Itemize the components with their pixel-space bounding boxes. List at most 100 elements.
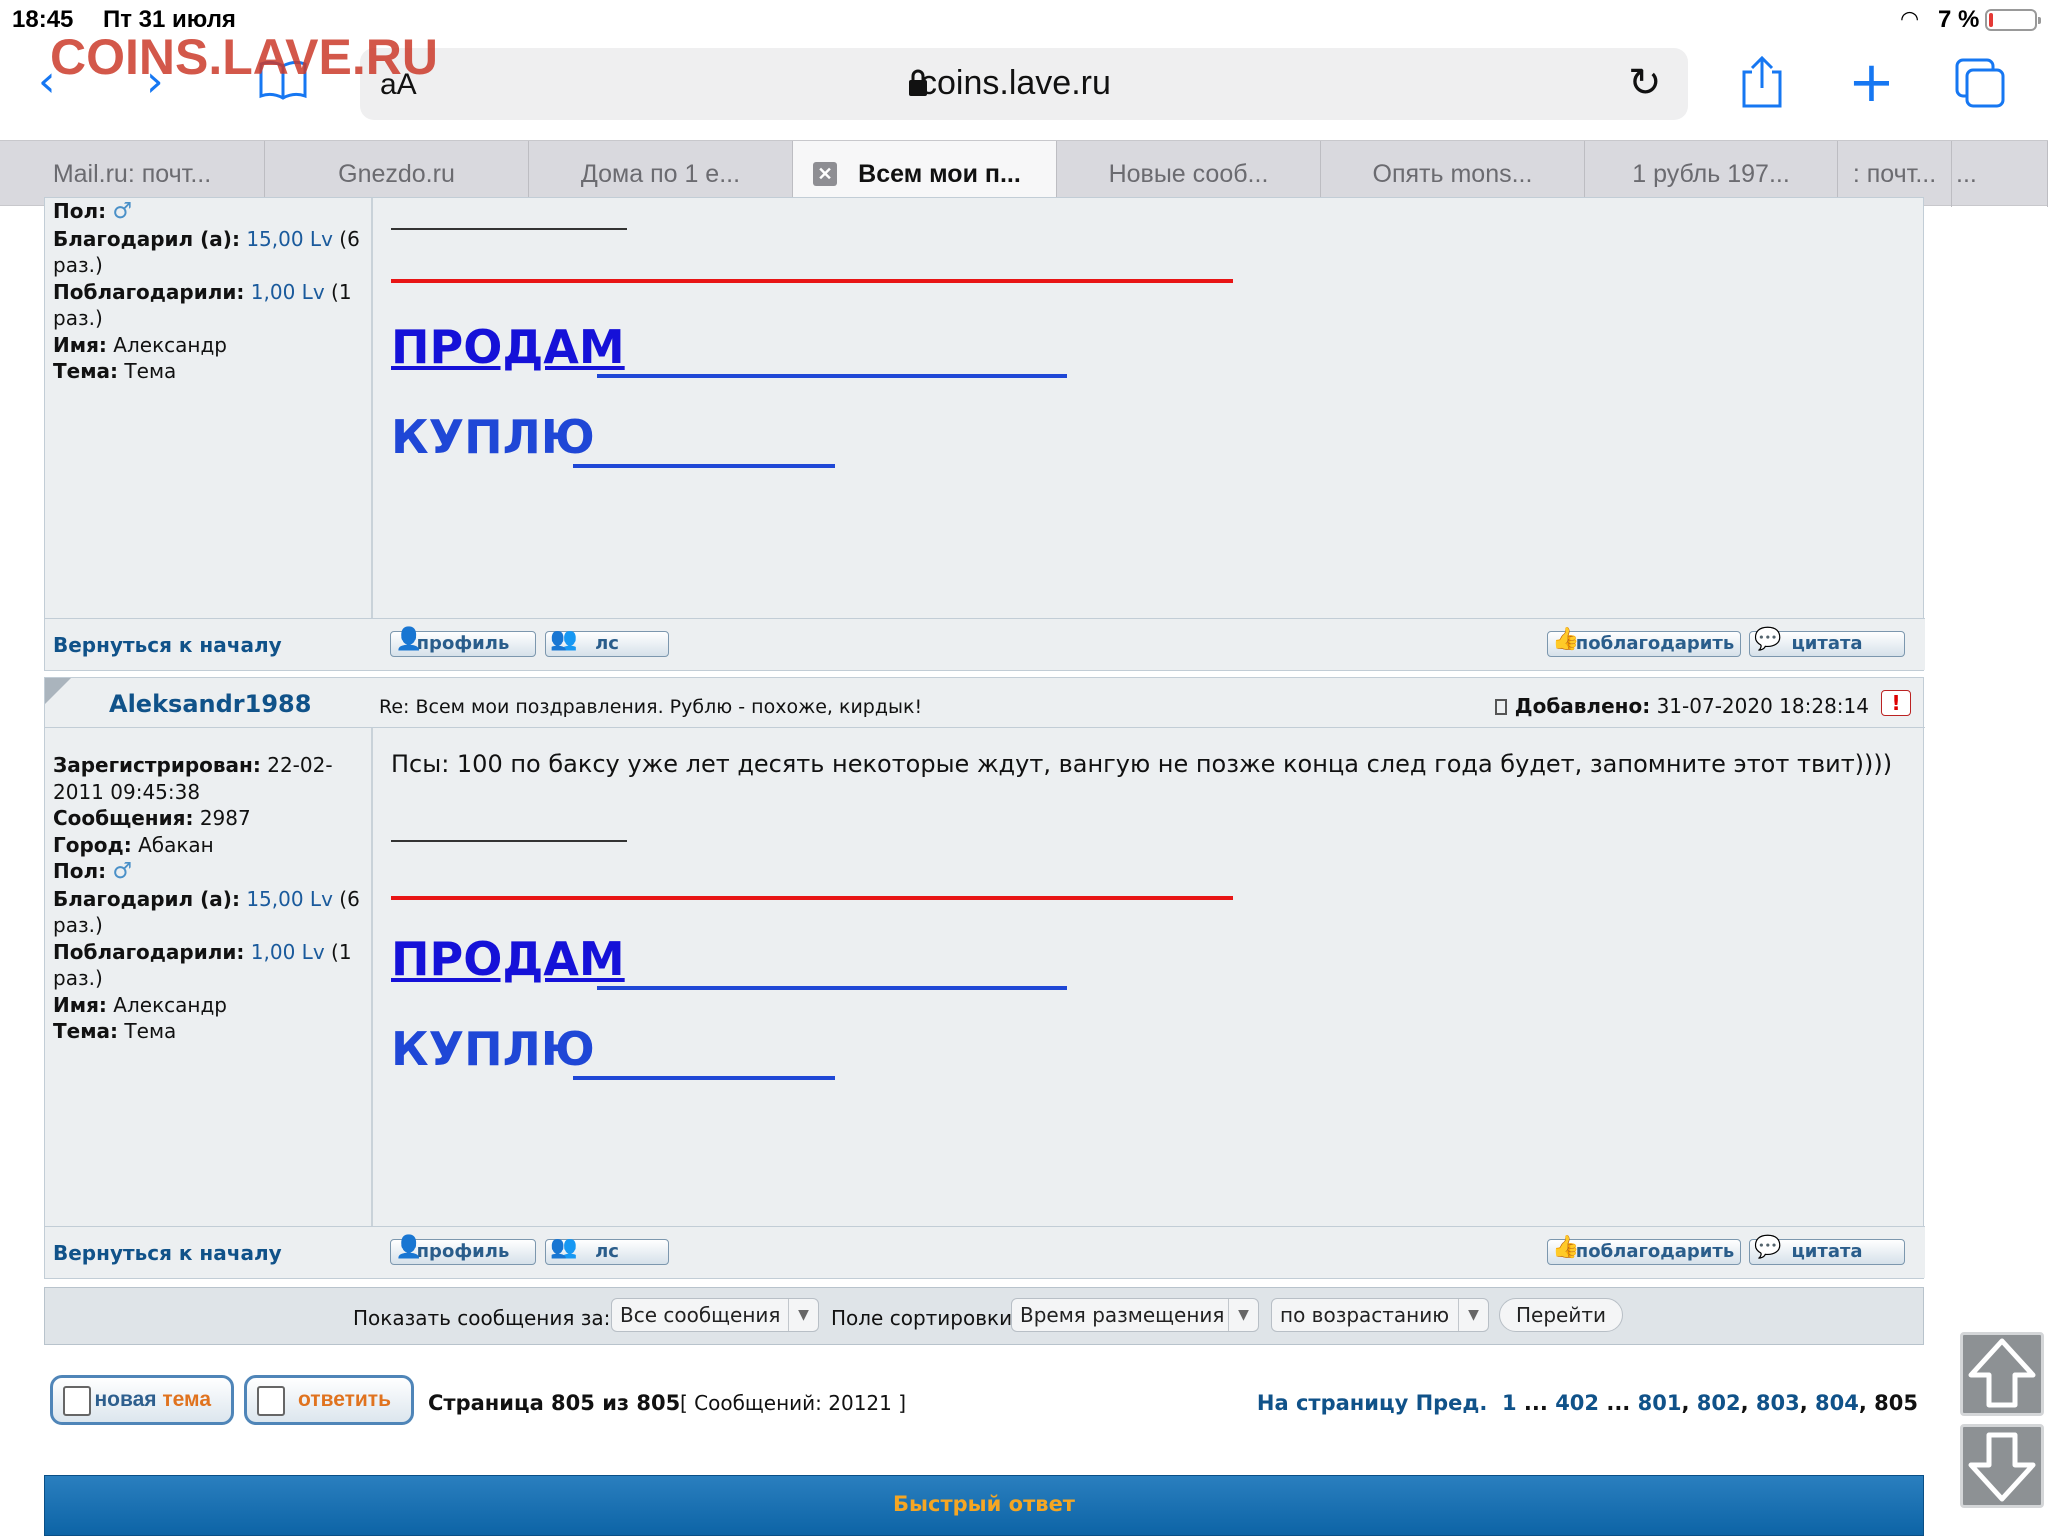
posts-value: 2987	[199, 806, 251, 830]
thumbs-up-icon: 👍	[1552, 1235, 1580, 1260]
tab-more[interactable]: ...	[1952, 141, 2048, 207]
profile-button[interactable]: 👤 профиль	[390, 1235, 536, 1265]
message-count: [ Сообщений: 20121 ]	[680, 1391, 907, 1415]
user-icon: 👤	[395, 1235, 423, 1260]
page-link[interactable]: 802	[1697, 1391, 1741, 1415]
share-icon[interactable]	[1740, 56, 1784, 108]
post1-author-info: Пол: ♂ Благодарил (а): 15,00 Lv (6 раз.)…	[45, 198, 373, 618]
city-label: Город:	[53, 832, 132, 857]
theme-value: Тема	[124, 1019, 177, 1043]
thanked-value[interactable]: 15,00 Lv	[246, 227, 333, 251]
name-label: Имя:	[53, 992, 107, 1017]
sort-bar: Показать сообщения за: Все сообщения ▼ По…	[44, 1287, 1924, 1345]
prev-page-link[interactable]: Пред.	[1416, 1391, 1488, 1415]
theme-value: Тема	[124, 359, 177, 383]
tabs-overview-icon[interactable]	[1955, 58, 2005, 108]
registered-label: Зарегистрирован:	[53, 753, 261, 777]
received-label: Поблагодарили:	[53, 939, 245, 964]
signature-red-line	[391, 896, 1233, 900]
sell-link[interactable]: ПРОДАМ	[391, 932, 625, 986]
profile-button[interactable]: 👤 профиль	[390, 627, 536, 657]
page-link[interactable]: 801	[1638, 1391, 1682, 1415]
thanked-value[interactable]: 15,00 Lv	[246, 887, 333, 911]
user-icon: 👤	[395, 627, 423, 652]
gender-label: Пол:	[53, 859, 107, 883]
author-name[interactable]: Aleksandr1988	[109, 690, 311, 718]
buy-label: КУПЛЮ	[391, 410, 595, 464]
quick-reply-title: Быстрый ответ	[893, 1492, 1075, 1516]
thanked-count-suffix: раз.)	[53, 913, 103, 937]
post2-footer: Вернуться к началу 👤 профиль 👥 лс 👍 поблаго…	[45, 1226, 1925, 1278]
forum-page: Пол: ♂ Благодарил (а): 15,00 Lv (6 раз.)…	[0, 197, 2048, 1536]
signature-separator	[391, 228, 627, 230]
new-topic-icon	[63, 1386, 91, 1416]
battery-icon	[1985, 9, 2041, 31]
go-button[interactable]: Перейти	[1499, 1298, 1623, 1332]
quote-icon: 💬	[1754, 627, 1782, 652]
post-subject: Re: Всем мои поздравления. Рублю - похож…	[379, 696, 923, 718]
page-info: Страница 805 из 805	[428, 1391, 681, 1415]
report-icon[interactable]: !	[1881, 690, 1911, 716]
buy-underline	[573, 1076, 835, 1080]
received-count-suffix: раз.)	[53, 966, 103, 990]
scroll-up-button[interactable]	[1960, 1332, 2044, 1416]
post1-body: ПРОДАМ КУПЛЮ	[375, 198, 1923, 618]
page-link[interactable]: 402	[1555, 1391, 1599, 1415]
pm-button[interactable]: 👥 лс	[545, 628, 669, 657]
post-corner	[45, 678, 71, 704]
new-topic-button[interactable]: новая тема	[50, 1375, 234, 1425]
name-value: Александр	[113, 332, 227, 357]
post1-footer: Вернуться к началу 👤 профиль 👥 лс 👍 поблаго…	[45, 618, 1925, 670]
sell-link[interactable]: ПРОДАМ	[391, 320, 625, 374]
thumbs-up-icon: 👍	[1552, 627, 1580, 652]
sell-underline	[597, 374, 1067, 378]
theme-label: Тема:	[53, 359, 119, 383]
new-tab-icon[interactable]: +	[1848, 50, 1895, 115]
reply-icon	[257, 1386, 285, 1416]
received-value[interactable]: 1,00 Lv	[251, 940, 325, 964]
quick-reply-header[interactable]: Быстрый ответ	[44, 1475, 1924, 1536]
scroll-down-button[interactable]	[1960, 1424, 2044, 1508]
address-bar[interactable]: coins.lave.ru ↻	[360, 48, 1688, 120]
sell-underline	[597, 986, 1067, 990]
post2-body: Псы: 100 по баксу уже лет десять некотор…	[375, 728, 1923, 1226]
wifi-icon: ◠	[1900, 6, 1920, 31]
received-value[interactable]: 1,00 Lv	[251, 280, 325, 304]
back-to-top-link[interactable]: Вернуться к началу	[53, 1241, 282, 1265]
reload-icon[interactable]: ↻	[1628, 60, 1662, 106]
pm-button[interactable]: 👥 лс	[545, 1236, 669, 1265]
post-date: Добавлено: 31-07-2020 18:28:14	[1494, 694, 1869, 718]
post-header: Aleksandr1988 Re: Всем мои поздравления.…	[45, 678, 1925, 728]
sort-field-select[interactable]: Время размещения ▼	[1011, 1298, 1259, 1332]
page-link[interactable]: 803	[1756, 1391, 1800, 1415]
pagination: На страницу Пред. 1 ... 402 ... 801, 802…	[1256, 1391, 1918, 1415]
show-messages-select[interactable]: Все сообщения ▼	[611, 1298, 819, 1332]
arrow-up-icon	[1968, 1338, 2036, 1408]
buy-label: КУПЛЮ	[391, 1022, 595, 1076]
current-page: 805	[1874, 1391, 1918, 1415]
theme-label: Тема:	[53, 1019, 119, 1043]
thank-button[interactable]: 👍 поблагодарить	[1547, 1235, 1741, 1265]
received-count: (1	[331, 279, 352, 304]
back-to-top-link[interactable]: Вернуться к началу	[53, 633, 282, 657]
received-count-suffix: раз.)	[53, 306, 103, 330]
thank-button[interactable]: 👍 поблагодарить	[1547, 627, 1741, 657]
male-icon: ♂	[112, 199, 133, 224]
quote-icon: 💬	[1754, 1235, 1782, 1260]
show-messages-label: Показать сообщения за:	[353, 1306, 611, 1330]
to-page-label[interactable]: На страницу	[1257, 1391, 1408, 1415]
tab-active-label: Всем мои п...	[858, 159, 1021, 188]
post-icon	[1494, 699, 1507, 715]
thanked-count: (6	[339, 886, 360, 911]
url-text: coins.lave.ru	[920, 64, 1111, 102]
sort-order-select[interactable]: по возрастанию ▼	[1271, 1298, 1489, 1332]
quote-button[interactable]: 💬 цитата	[1749, 1235, 1905, 1265]
reply-button[interactable]: ответить	[244, 1375, 414, 1425]
page-link[interactable]: 804	[1815, 1391, 1859, 1415]
post-previous: Пол: ♂ Благодарил (а): 15,00 Lv (6 раз.)…	[44, 197, 1925, 671]
sort-field-label: Поле сортировки	[831, 1306, 1013, 1330]
tab-close-icon[interactable]: ✕	[813, 162, 837, 186]
quote-button[interactable]: 💬 цитата	[1749, 627, 1905, 657]
page-link[interactable]: 1	[1502, 1391, 1517, 1415]
registered-value: 22-02-	[267, 753, 333, 777]
